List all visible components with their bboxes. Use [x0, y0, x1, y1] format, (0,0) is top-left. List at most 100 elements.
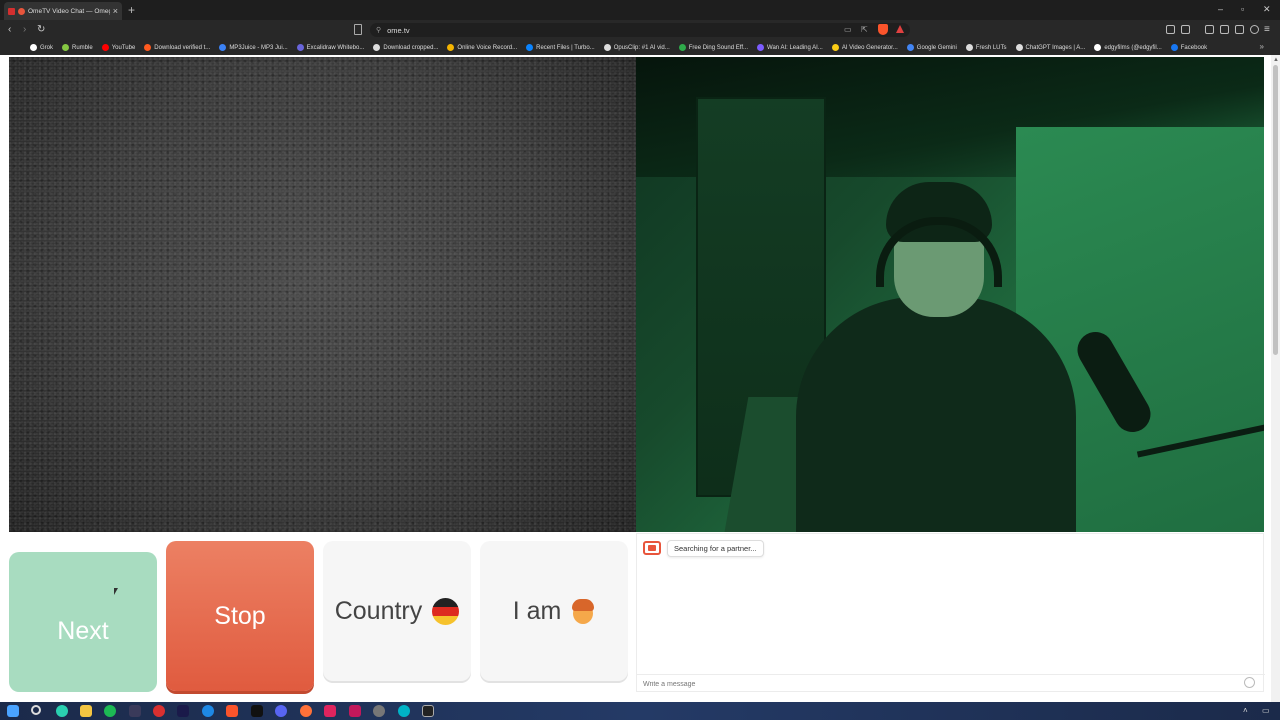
spotify-icon[interactable] — [104, 705, 116, 717]
tab-title: OmeTV Video Chat — Omeg — [28, 7, 110, 15]
app-icon-3[interactable] — [398, 705, 410, 717]
url-bar[interactable]: ⚲ ome.tv ▭ ⇱ — [370, 23, 910, 37]
copilot-icon[interactable] — [56, 705, 68, 717]
more-bookmarks-icon[interactable]: » — [1260, 42, 1264, 51]
browser-tab[interactable]: OmeTV Video Chat — Omeg × — [4, 2, 122, 20]
app-icon-2[interactable] — [349, 705, 361, 717]
extensions-icon[interactable] — [1166, 25, 1175, 34]
obs-icon[interactable] — [373, 705, 385, 717]
bookmark-item[interactable]: Grok — [30, 44, 53, 51]
bookmark-favicon-icon — [373, 44, 381, 51]
app-icon-4[interactable] — [422, 705, 434, 717]
tray-chevron-icon[interactable]: ˄ — [1243, 706, 1248, 715]
app-icon[interactable] — [129, 705, 141, 717]
leo-ai-icon[interactable] — [1235, 25, 1244, 34]
start-icon[interactable] — [7, 705, 19, 717]
bookmark-item[interactable]: Recent Files | Turbo... — [526, 44, 595, 51]
bookmark-item[interactable]: Facebook — [1170, 44, 1208, 51]
bookmark-item[interactable]: Wan AI: Leading AI... — [757, 44, 823, 51]
bookmark-item[interactable]: AI Video Generator... — [831, 44, 898, 51]
bookmark-favicon-icon — [526, 44, 534, 51]
emoji-icon[interactable] — [1244, 677, 1255, 688]
bookmark-item[interactable]: Rumble — [62, 44, 93, 51]
next-label: Next — [57, 616, 109, 645]
bookmark-item[interactable]: Fresh LUTs — [965, 44, 1007, 51]
stop-button[interactable]: Stop — [166, 541, 314, 691]
file-explorer-icon[interactable] — [80, 705, 92, 717]
bookmark-item[interactable]: edgyfilms (@edgyfil... — [1094, 44, 1162, 51]
share-icon[interactable]: ⇱ — [861, 25, 868, 34]
bookmark-label: Rumble — [72, 44, 93, 51]
bookmark-item[interactable]: Download verified t... — [144, 44, 210, 51]
address-bar-row: ‹ › ↻ ⚲ ome.tv ▭ ⇱ ≡ — [0, 20, 1280, 40]
page-scrollbar[interactable]: ▲ — [1271, 55, 1280, 702]
minimize-button[interactable]: – — [1218, 3, 1223, 15]
bookmark-item[interactable]: Download cropped... — [373, 44, 438, 51]
bookmark-favicon-icon — [101, 44, 109, 51]
opera-icon[interactable] — [153, 705, 165, 717]
browser-tab-bar: OmeTV Video Chat — Omeg × + – ▫ ✕ — [0, 0, 1280, 20]
bookmark-icon[interactable] — [354, 24, 362, 35]
brave-shields-icon[interactable] — [878, 24, 888, 35]
bookmark-label: OpusClip: #1 AI vid... — [613, 44, 670, 51]
brave-rewards-icon[interactable] — [896, 25, 904, 33]
bookmark-label: Recent Files | Turbo... — [536, 44, 595, 51]
screen-icon[interactable]: ▭ — [844, 25, 852, 34]
capcut-icon[interactable] — [251, 705, 263, 717]
camera-person-body — [796, 297, 1076, 532]
boy-emoji-icon — [571, 598, 595, 624]
scroll-up-icon[interactable]: ▲ — [1273, 57, 1279, 63]
bookmark-label: Wan AI: Leading AI... — [767, 44, 823, 51]
bookmark-item[interactable]: OpusClip: #1 AI vid... — [603, 44, 670, 51]
vpn-icon[interactable] — [1250, 25, 1259, 34]
edge-icon[interactable] — [202, 705, 214, 717]
bookmark-item[interactable]: Free Ding Sound Eff... — [678, 44, 748, 51]
chat-message-input[interactable] — [637, 674, 1265, 693]
bookmark-label: Facebook — [1180, 44, 1208, 51]
bookmark-favicon-icon — [144, 44, 152, 51]
maximize-button[interactable]: ▫ — [1241, 3, 1244, 15]
gender-button[interactable]: I am — [480, 541, 628, 681]
tab-search-icon[interactable] — [1220, 25, 1229, 34]
bookmark-item[interactable]: Google Gemini — [906, 44, 957, 51]
country-button[interactable]: Country — [323, 541, 471, 681]
bookmark-favicon-icon — [30, 44, 37, 51]
bookmarks-bar: Grok Rumble YouTube Download verified t... M… — [0, 40, 1280, 55]
site-info-icon[interactable]: ⚲ — [376, 26, 381, 34]
bookmark-favicon-icon — [831, 44, 839, 51]
country-label: Country — [334, 596, 423, 625]
bookmark-favicon-icon — [603, 44, 611, 51]
next-button[interactable]: Next — [9, 552, 157, 692]
vivaldi-icon[interactable] — [324, 705, 336, 717]
bookmark-item[interactable]: Excalidraw Whitebo... — [296, 44, 365, 51]
mouse-cursor-icon — [114, 588, 118, 595]
close-icon[interactable]: × — [113, 6, 118, 16]
firefox-icon[interactable] — [300, 705, 312, 717]
after-effects-icon[interactable] — [177, 705, 189, 717]
scrollbar-thumb[interactable] — [1273, 65, 1278, 355]
bookmark-item[interactable]: YouTube — [101, 44, 135, 51]
bookmark-favicon-icon — [62, 44, 70, 51]
bookmark-item[interactable]: ChatGPT Images | A... — [1015, 44, 1086, 51]
new-tab-button[interactable]: + — [128, 3, 135, 17]
notification-icon[interactable]: ▭ — [1262, 706, 1270, 715]
bookmark-item[interactable]: MP3Juice - MP3 Jui... — [219, 44, 288, 51]
bookmark-item[interactable]: Online Voice Record... — [447, 44, 517, 51]
menu-icon[interactable]: ≡ — [1264, 24, 1270, 36]
discord-icon[interactable] — [275, 705, 287, 717]
forward-icon[interactable]: › — [23, 24, 26, 36]
bookmark-label: Excalidraw Whitebo... — [306, 44, 365, 51]
search-icon[interactable] — [31, 705, 41, 715]
brave-icon[interactable] — [226, 705, 238, 717]
reload-icon[interactable]: ↻ — [37, 24, 45, 36]
bookmark-label: ChatGPT Images | A... — [1025, 44, 1086, 51]
close-window-button[interactable]: ✕ — [1263, 3, 1271, 15]
bookmark-label: Fresh LUTs — [975, 44, 1007, 51]
tab-audio-icon — [8, 7, 15, 15]
bookmark-label: Download cropped... — [383, 44, 439, 51]
sidebar-icon[interactable] — [1205, 25, 1214, 34]
bookmark-label: Google Gemini — [916, 44, 957, 51]
back-icon[interactable]: ‹ — [8, 24, 11, 36]
wallet-icon[interactable] — [1181, 25, 1190, 34]
bookmark-label: Download verified t... — [154, 44, 211, 51]
